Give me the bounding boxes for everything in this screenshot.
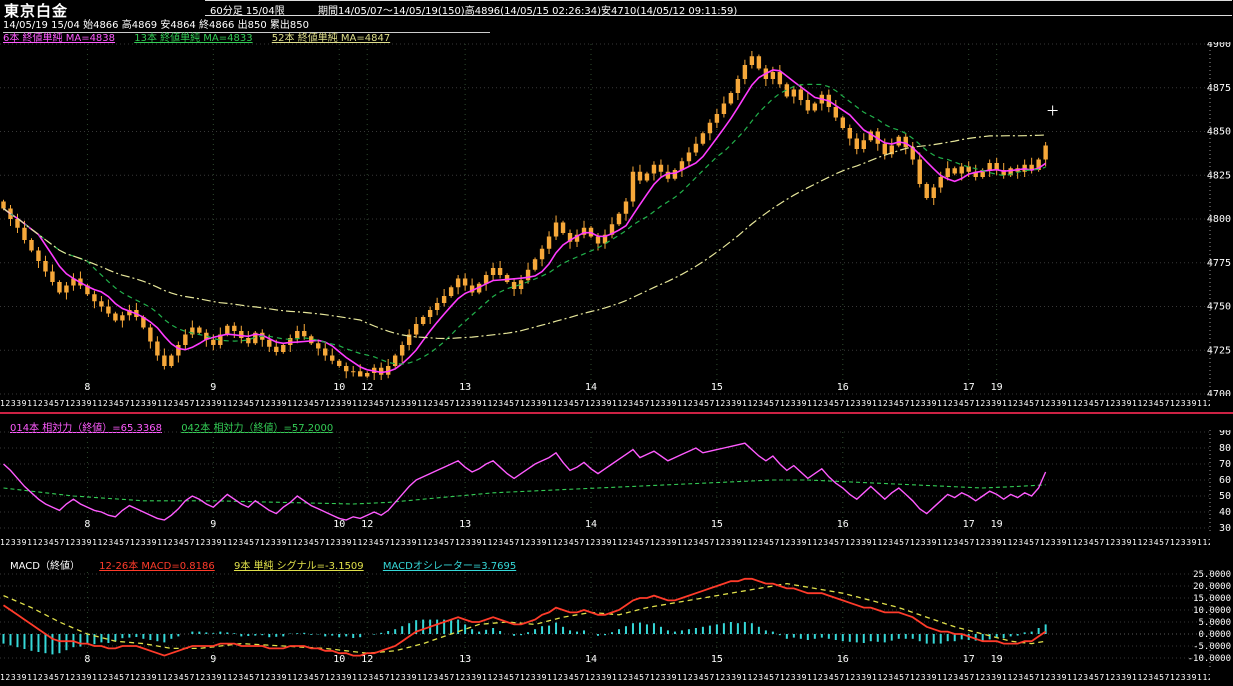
svg-text:50: 50 xyxy=(1219,491,1231,502)
svg-text:10.0000: 10.0000 xyxy=(1193,606,1231,616)
svg-text:4775: 4775 xyxy=(1207,258,1231,269)
svg-text:-5.0000: -5.0000 xyxy=(1193,642,1231,652)
svg-text:19: 19 xyxy=(991,654,1003,665)
svg-text:4900: 4900 xyxy=(1207,42,1231,50)
svg-text:20.0000: 20.0000 xyxy=(1193,582,1231,592)
svg-text:70: 70 xyxy=(1219,459,1231,470)
svg-text:12: 12 xyxy=(361,519,373,530)
svg-text:14: 14 xyxy=(585,382,597,393)
svg-text:15: 15 xyxy=(711,654,723,665)
macd-chart[interactable]: 25.0000 20.0000 15.0000 10.0000 5.0000 0.0000… xyxy=(0,570,1233,668)
candlestick-chart[interactable]: 4900 4875 4850 4825 4800 4775 4750 4725 4700 8 9 10… xyxy=(0,42,1233,396)
svg-text:16: 16 xyxy=(837,654,849,665)
svg-text:10: 10 xyxy=(333,382,345,393)
rsi-chart[interactable]: 90 80 70 60 50 40 30 8 9 10 12 13 14 15 16 17 19 xyxy=(0,430,1233,534)
svg-text:19: 19 xyxy=(991,519,1003,530)
svg-text:25.0000: 25.0000 xyxy=(1193,570,1231,580)
svg-text:8: 8 xyxy=(84,382,90,393)
svg-text:10: 10 xyxy=(333,519,345,530)
svg-text:16: 16 xyxy=(837,519,849,530)
svg-text:14: 14 xyxy=(585,654,597,665)
svg-text:4700: 4700 xyxy=(1207,389,1231,396)
svg-text:4725: 4725 xyxy=(1207,345,1231,356)
svg-text:40: 40 xyxy=(1219,507,1231,518)
svg-text:15: 15 xyxy=(711,382,723,393)
panel-separator xyxy=(0,412,1233,414)
time-axis-main: 1233911234571233911234571233911234571233… xyxy=(0,399,1210,408)
svg-text:60: 60 xyxy=(1219,475,1231,486)
svg-text:30: 30 xyxy=(1219,523,1231,534)
svg-text:80: 80 xyxy=(1219,443,1231,454)
svg-text:12: 12 xyxy=(361,382,373,393)
timeframe-label[interactable]: 60分足 15/04限 xyxy=(210,2,285,17)
svg-text:4800: 4800 xyxy=(1207,214,1231,225)
svg-text:4825: 4825 xyxy=(1207,170,1231,181)
svg-text:17: 17 xyxy=(963,654,975,665)
svg-text:12: 12 xyxy=(361,654,373,665)
svg-text:10: 10 xyxy=(333,654,345,665)
svg-text:5.0000: 5.0000 xyxy=(1198,618,1231,628)
svg-text:4750: 4750 xyxy=(1207,302,1231,313)
svg-text:13: 13 xyxy=(459,654,471,665)
svg-text:13: 13 xyxy=(459,382,471,393)
time-axis-macd: 1233911234571233911234571233911234571233… xyxy=(0,673,1210,682)
time-axis-rsi: 1233911234571233911234571233911234571233… xyxy=(0,538,1210,547)
svg-text:4850: 4850 xyxy=(1207,127,1231,138)
svg-text:9: 9 xyxy=(210,654,216,665)
svg-text:13: 13 xyxy=(459,519,471,530)
svg-text:4875: 4875 xyxy=(1207,83,1231,94)
svg-text:15.0000: 15.0000 xyxy=(1193,594,1231,604)
svg-text:9: 9 xyxy=(210,382,216,393)
svg-text:15: 15 xyxy=(711,519,723,530)
svg-text:8: 8 xyxy=(84,519,90,530)
svg-text:17: 17 xyxy=(963,519,975,530)
svg-text:90: 90 xyxy=(1219,430,1231,438)
svg-text:-10.0000: -10.0000 xyxy=(1188,654,1231,664)
period-info: 期間14/05/07～14/05/19(150)高4896(14/05/15 0… xyxy=(318,6,738,17)
svg-text:8: 8 xyxy=(84,654,90,665)
svg-text:9: 9 xyxy=(210,519,216,530)
svg-text:17: 17 xyxy=(963,382,975,393)
svg-text:14: 14 xyxy=(585,519,597,530)
svg-text:16: 16 xyxy=(837,382,849,393)
svg-text:0.0000: 0.0000 xyxy=(1198,630,1231,640)
svg-text:19: 19 xyxy=(991,382,1003,393)
chart-app-window: 東京白金 60分足 15/04限 期間14/05/07～14/05/19(150… xyxy=(0,0,1233,686)
